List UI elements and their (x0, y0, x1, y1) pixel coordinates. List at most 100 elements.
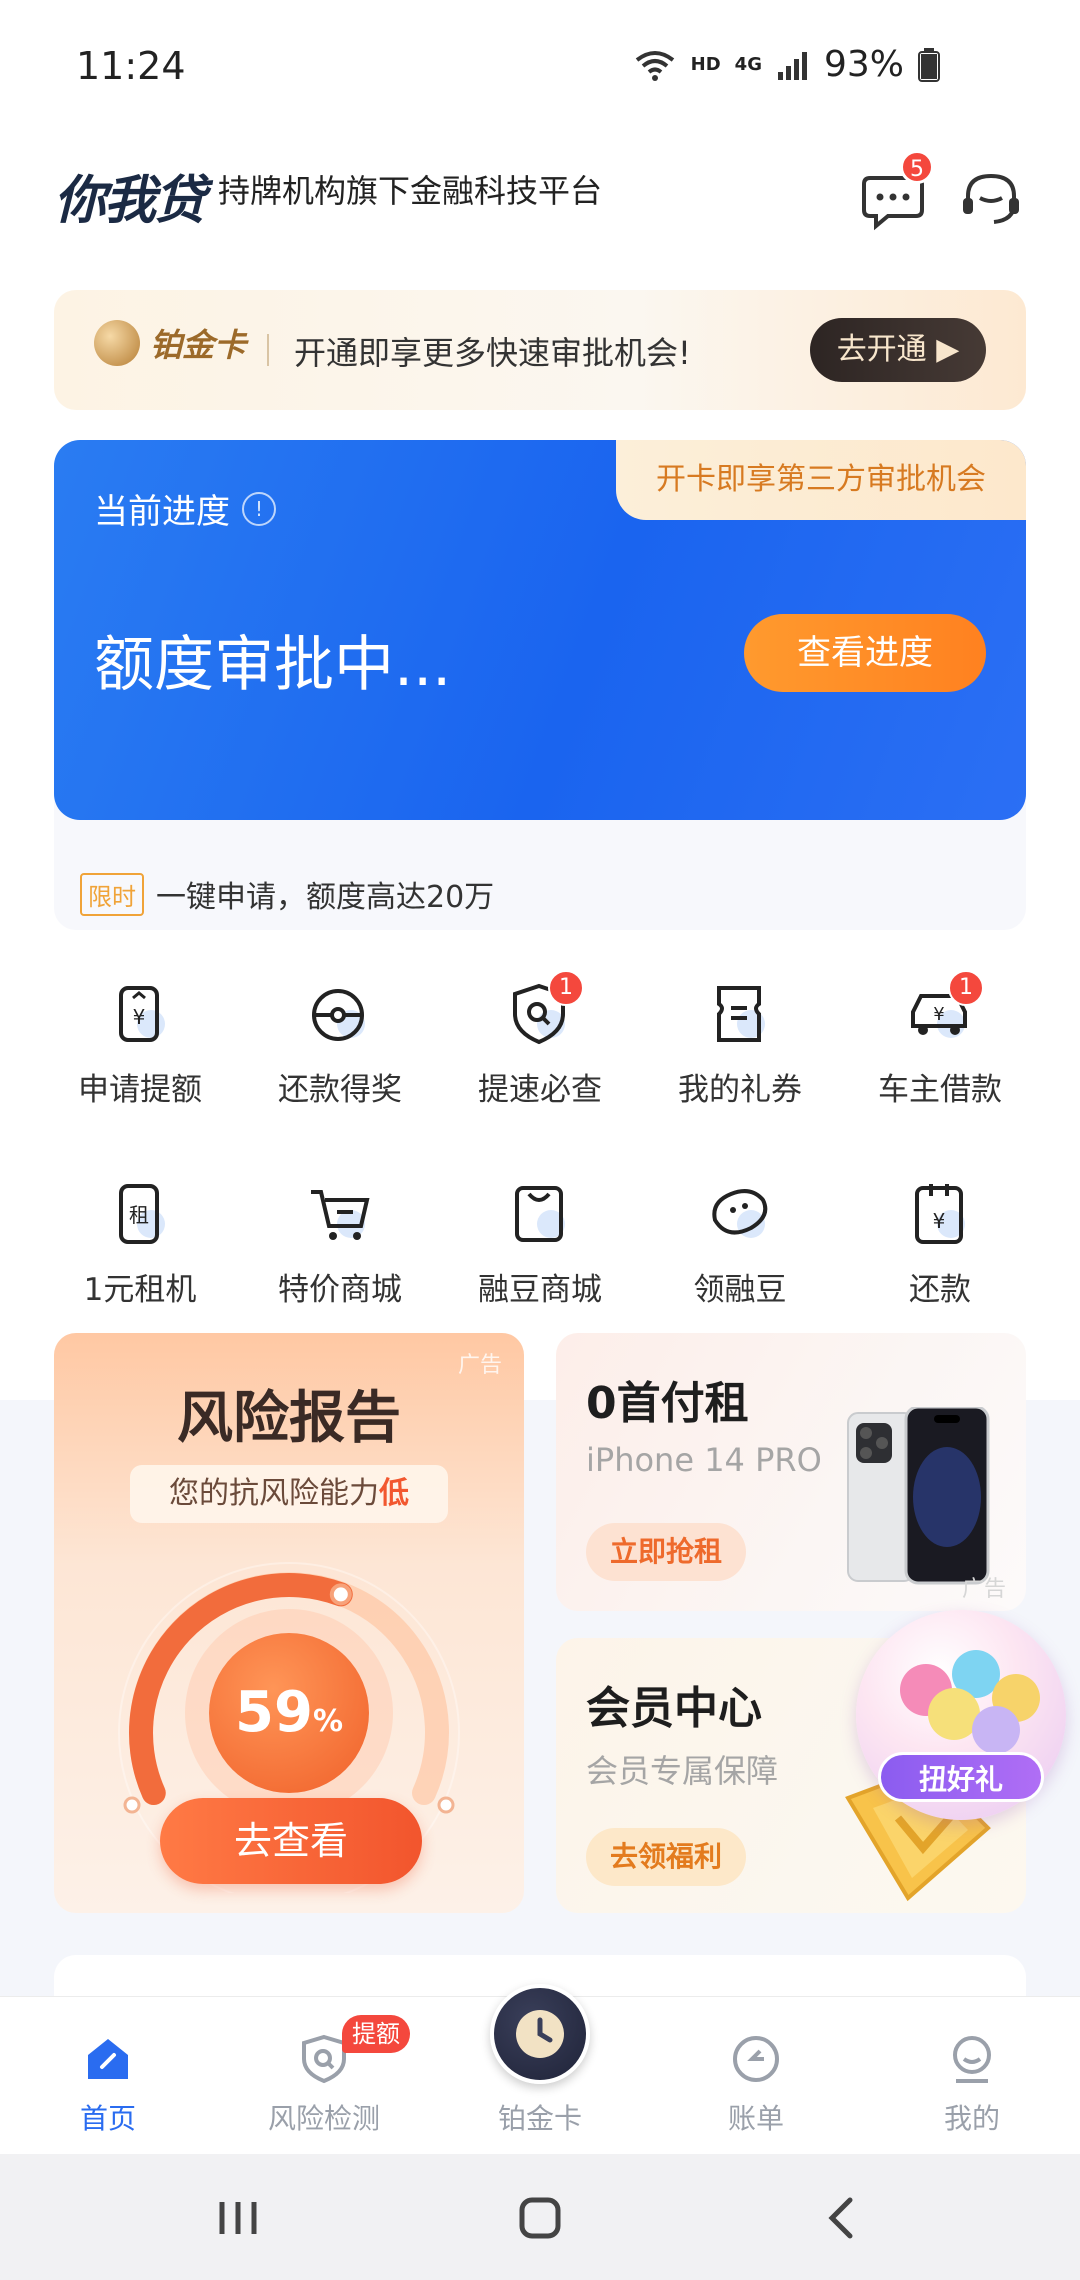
hd-indicator: HD (690, 54, 721, 75)
svg-text:¥: ¥ (933, 1004, 944, 1025)
activate-button[interactable]: 去开通 ▶ (810, 318, 986, 382)
profile-icon (953, 2036, 991, 2083)
notification-badge: 1 (548, 970, 584, 1006)
risk-report-card[interactable]: 广告 风险报告 您的抗风险能力低 59% 去查看 (54, 1333, 524, 1913)
quick-action-label: 申请提额 (78, 1072, 202, 1108)
app-header: 你我贷 持牌机构旗下金融科技平台 5 (0, 140, 1080, 260)
tab-label: 我的 (943, 2102, 1000, 2135)
platinum-text: 开通即享更多快速审批机会! (294, 334, 691, 372)
signal-icon (777, 51, 807, 80)
bean-icon (705, 1180, 775, 1250)
repay-icon: ¥ (905, 1180, 975, 1250)
quick-action-label: 我的礼券 (678, 1072, 802, 1108)
progress-card[interactable]: 开卡即享第三方审批机会 当前进度 ! 额度审批中... 查看进度 (54, 440, 1026, 820)
view-progress-button[interactable]: 查看进度 (744, 614, 986, 692)
member-subtitle: 会员专属保障 (586, 1752, 779, 1790)
quick-action-label: 还款得奖 (278, 1072, 402, 1108)
tab-risk-check[interactable]: 提额 风险检测 (216, 1997, 432, 2155)
tab-profile[interactable]: 我的 (864, 1997, 1080, 2155)
cart-icon (305, 1180, 375, 1250)
coupon-icon (705, 980, 775, 1050)
platinum-tab-button[interactable] (490, 1984, 590, 2084)
activate-button-label: 去开通 (836, 332, 927, 367)
quick-action-label: 特价商城 (278, 1272, 402, 1308)
svg-text:¥: ¥ (933, 1209, 946, 1233)
progress-label-row: 当前进度 ! (94, 484, 276, 533)
quick-action-get-beans[interactable]: 领融豆 (640, 1180, 840, 1320)
quick-action-speed-check[interactable]: 1 提速必查 (440, 970, 640, 1120)
quick-action-my-coupons[interactable]: 我的礼券 (640, 980, 840, 1120)
rent-phone-card[interactable]: 0首付租 iPhone 14 PRO 立即抢租 广告 (556, 1333, 1026, 1611)
back-icon[interactable] (812, 2188, 872, 2248)
gacha-gift-widget[interactable]: 扭好礼 (856, 1610, 1066, 1820)
bill-icon (733, 2036, 779, 2082)
member-title: 会员中心 (586, 1683, 762, 1734)
home-nav-icon[interactable] (510, 2188, 570, 2248)
customer-service-button[interactable] (956, 164, 1026, 234)
tab-label: 账单 (727, 2102, 784, 2135)
quick-action-label: 车主借款 (878, 1072, 1002, 1108)
tab-label: 风险检测 (267, 2102, 380, 2135)
quick-action-bean-mall[interactable]: 融豆商城 (440, 1180, 640, 1320)
svg-text:¥: ¥ (133, 1005, 146, 1029)
gacha-label: 扭好礼 (878, 1752, 1044, 1802)
risk-score-unit: % (312, 1704, 343, 1739)
pokeball-icon (305, 980, 375, 1050)
progress-label: 当前进度 (94, 492, 230, 532)
quick-action-discount-mall[interactable]: 特价商城 (240, 1180, 440, 1320)
clock-icon (516, 2010, 564, 2058)
rent-subtitle: iPhone 14 PRO (586, 1441, 822, 1479)
battery-icon (918, 47, 940, 82)
phone-up-yen-icon: ¥ (105, 980, 175, 1050)
platinum-name: 铂金卡 (150, 326, 247, 364)
svg-text:租: 租 (129, 1203, 149, 1227)
network-indicator: 4G (734, 54, 762, 75)
risk-score: 59% (209, 1633, 369, 1793)
platinum-logo: 铂金卡 (94, 320, 246, 366)
quick-action-repay-reward[interactable]: 还款得奖 (240, 980, 440, 1120)
progress-promo-tag: 开卡即享第三方审批机会 (616, 440, 1026, 520)
tab-home[interactable]: 首页 (0, 1997, 216, 2155)
divider (267, 334, 269, 366)
tab-badge: 提额 (342, 2015, 410, 2053)
brand-logo: 你我贷 (54, 171, 206, 231)
quick-action-car-loan[interactable]: ¥ 1 车主借款 (840, 970, 1040, 1120)
message-button[interactable]: 5 (858, 150, 934, 234)
bag-icon (505, 1180, 575, 1250)
info-icon[interactable]: ! (242, 491, 276, 526)
system-nav-bar (0, 2154, 1080, 2280)
claim-benefits-button[interactable]: 去领福利 (586, 1828, 747, 1886)
brand-tagline: 持牌机构旗下金融科技平台 (218, 172, 603, 210)
recent-apps-icon[interactable] (208, 2188, 268, 2248)
rent-now-button[interactable]: 立即抢租 (586, 1523, 747, 1581)
quick-action-label: 领融豆 (693, 1272, 787, 1308)
battery-percent: 93% (823, 44, 904, 85)
risk-subtitle-text: 您的抗风险能力 (169, 1476, 379, 1511)
message-badge: 5 (900, 150, 934, 184)
gauge-knob (329, 1583, 352, 1606)
quick-action-repay[interactable]: ¥ 还款 (840, 1180, 1040, 1320)
phone-rent-icon: 租 (105, 1180, 175, 1250)
quick-action-label: 还款 (909, 1272, 971, 1308)
tab-label: 铂金卡 (497, 2102, 582, 2135)
platinum-coin-icon (94, 320, 140, 366)
risk-subtitle: 您的抗风险能力低 (130, 1465, 448, 1523)
limited-tag: 限时 (80, 872, 144, 916)
risk-title: 风险报告 (177, 1386, 401, 1451)
play-arrow-icon: ▶ (936, 332, 960, 367)
tab-bills[interactable]: 账单 (648, 1997, 864, 2155)
wifi-icon (635, 50, 674, 81)
quick-action-rent-phone[interactable]: 租 1元租机 (40, 1180, 240, 1320)
tab-label: 首页 (79, 2102, 136, 2135)
limited-text: 一键申请，额度高达20万 (156, 880, 495, 915)
home-icon (88, 2039, 128, 2079)
quick-action-label: 提速必查 (478, 1072, 602, 1108)
progress-status: 额度审批中... (94, 630, 452, 700)
quick-action-apply-raise[interactable]: ¥ 申请提额 (40, 980, 240, 1120)
status-bar: 11:24 HD 4G 93% (0, 0, 1080, 130)
headset-icon (963, 173, 1019, 224)
platinum-banner[interactable]: 铂金卡 开通即享更多快速审批机会! 去开通 ▶ (54, 290, 1026, 410)
quick-actions-grid: ¥ 申请提额 还款得奖 1 提速必查 我的礼券 ¥ 1 车主借款 租 1元租机 (40, 970, 1040, 1320)
view-report-button[interactable]: 去查看 (160, 1798, 422, 1884)
quick-action-label: 1元租机 (83, 1272, 197, 1308)
